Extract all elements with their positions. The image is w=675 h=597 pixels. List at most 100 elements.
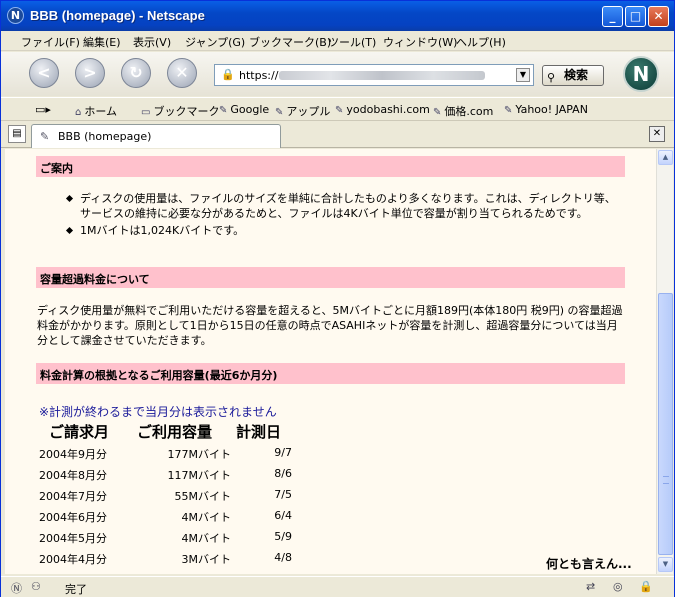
footer-caption: 何とも言えん...	[546, 557, 632, 571]
close-window-button[interactable]: ✕	[648, 6, 669, 27]
stop-icon[interactable]: ✕	[167, 58, 197, 88]
netscape-app-icon: N	[7, 7, 24, 24]
table-header-date: 計測日	[236, 423, 282, 441]
guide-bullet-list: ディスクの使用量は、ファイルのサイズを単純に合計したものより多くなります。これは…	[67, 191, 617, 240]
minimize-button[interactable]: _	[602, 6, 623, 27]
list-item: ディスクの使用量は、ファイルのサイズを単純に合計したものより多くなります。これは…	[67, 191, 617, 221]
bookmark-apple[interactable]: ✎ アップル	[275, 103, 330, 119]
bookmark-home[interactable]: ⌂ ホーム	[75, 103, 117, 119]
row-date: 5/9	[274, 530, 292, 543]
search-button-label: 検索	[564, 68, 589, 82]
row-usage: 4Mバイト	[181, 511, 232, 524]
menu-help[interactable]: ヘルプ(H)	[456, 34, 506, 50]
row-month: 2004年6月分	[39, 511, 107, 524]
privacy-icon[interactable]: ◎	[613, 580, 623, 593]
browser-window: N BBB (homepage) - Netscape _ □ ✕ ファイル(F…	[0, 0, 675, 597]
row-usage: 4Mバイト	[181, 532, 232, 545]
scrollbar-grip	[663, 476, 669, 484]
folder-icon: ▭	[141, 107, 151, 118]
url-input[interactable]: 🔒 https:// ▼	[214, 64, 534, 86]
row-date: 6/4	[274, 509, 292, 522]
measurement-note: ※計測が終わるまで当月分は表示されません	[39, 405, 277, 419]
status-text: 完了	[65, 583, 87, 596]
menu-view[interactable]: 表示(V)	[133, 34, 171, 50]
home-icon: ⌂	[75, 107, 82, 118]
menu-file[interactable]: ファイル(F)	[21, 34, 80, 50]
bookmark-yahoo[interactable]: ✎ Yahoo! JAPAN	[504, 103, 588, 116]
row-month: 2004年4月分	[39, 553, 107, 566]
row-month: 2004年5月分	[39, 532, 107, 545]
overage-paragraph: ディスク使用量が無料でご利用いただける容量を超えると、5Mバイトごとに月額189…	[37, 304, 623, 347]
menu-bookmarks[interactable]: ブックマーク(B)	[249, 34, 331, 50]
bookmark-apple-label: アップル	[286, 105, 331, 118]
bookmarks-bar: ▭▸ ⌂ ホーム ▭ ブックマーク ✎ Google ✎ アップル ✎ yodobashi…	[1, 97, 674, 121]
security-lock-icon[interactable]: 🔒	[639, 580, 653, 593]
bookmark-icon: ✎	[504, 105, 513, 116]
forward-icon[interactable]: >	[75, 58, 105, 88]
bookmark-google-label: Google	[230, 103, 270, 116]
table-header-usage: ご利用容量	[137, 423, 213, 441]
status-bar: Ⓝ ⚇ 完了 ⇄ ◎ 🔒	[1, 576, 674, 597]
bookmark-kakaku[interactable]: ✎ 価格.com	[433, 103, 493, 119]
list-item: 1Mバイトは1,024Kバイトです。	[67, 223, 617, 238]
page-content: ご案内 ディスクの使用量は、ファイルのサイズを単純に合計したものより多くなります…	[5, 149, 656, 574]
new-tab-icon[interactable]: ▤	[8, 125, 26, 143]
url-text: https://	[239, 69, 279, 82]
magnifier-icon: ⚲	[547, 71, 556, 84]
maximize-button[interactable]: □	[625, 6, 646, 27]
bookmark-folder[interactable]: ▭ ブックマーク	[141, 103, 219, 119]
menu-go[interactable]: ジャンプ(G)	[185, 34, 245, 50]
bookmark-kakaku-label: 価格.com	[444, 105, 494, 118]
tab-label: BBB (homepage)	[58, 130, 152, 143]
bookmark-icon: ✎	[335, 105, 344, 116]
window-title: BBB (homepage) - Netscape	[30, 8, 205, 23]
tab-bar: ▤ ✎ BBB (homepage) ✕	[1, 122, 674, 148]
netscape-logo-icon[interactable]: N	[623, 56, 659, 92]
bookmark-icon: ✎	[219, 105, 228, 116]
menu-tools[interactable]: ツール(T)	[328, 34, 376, 50]
row-date: 8/6	[274, 467, 292, 480]
bookmark-home-label: ホーム	[84, 105, 118, 118]
lock-icon: 🔒	[221, 68, 235, 81]
online-status-icon[interactable]: ⚇	[31, 580, 41, 593]
back-icon[interactable]: <	[29, 58, 59, 88]
row-usage: 177Mバイト	[167, 448, 232, 461]
connection-icon: ⇄	[586, 580, 596, 593]
menu-bar: ファイル(F) 編集(E) 表示(V) ジャンプ(G) ブックマーク(B) ツー…	[1, 31, 674, 51]
search-button[interactable]: ⚲ 検索	[542, 65, 604, 86]
row-date: 4/8	[274, 551, 292, 564]
row-usage: 117Mバイト	[167, 469, 232, 482]
navigation-toolbar: < > ↻ ✕ 🔒 https:// ▼ ⚲ 検索 N	[1, 52, 674, 96]
menu-edit[interactable]: 編集(E)	[83, 34, 121, 50]
netscape-status-icon[interactable]: Ⓝ	[11, 580, 22, 596]
row-date: 9/7	[274, 446, 292, 459]
bookmark-google[interactable]: ✎ Google	[219, 103, 269, 116]
bookmark-yodobashi-label: yodobashi.com	[346, 103, 430, 116]
row-month: 2004年7月分	[39, 490, 107, 503]
scrollbar-thumb[interactable]	[658, 293, 673, 555]
bookmark-yahoo-label: Yahoo! JAPAN	[515, 103, 588, 116]
tab-active[interactable]: ✎ BBB (homepage)	[31, 124, 281, 148]
vertical-scrollbar[interactable]: ▲ ▼	[656, 149, 673, 574]
menu-window[interactable]: ウィンドウ(W)	[383, 34, 457, 50]
row-month: 2004年8月分	[39, 469, 107, 482]
bookmarks-menu-icon[interactable]: ▭▸	[35, 103, 51, 116]
close-tab-icon[interactable]: ✕	[649, 126, 665, 142]
bookmark-icon: ✎	[433, 107, 442, 118]
section-header-guide: ご案内	[36, 156, 625, 177]
url-dropdown-icon[interactable]: ▼	[516, 68, 530, 82]
page-icon: ✎	[40, 130, 50, 143]
row-usage: 55Mバイト	[174, 490, 232, 503]
scroll-down-icon[interactable]: ▼	[658, 557, 673, 572]
bookmark-yodobashi[interactable]: ✎ yodobashi.com	[335, 103, 430, 116]
url-blurred-text	[279, 71, 485, 80]
reload-icon[interactable]: ↻	[121, 58, 151, 88]
section-header-usage: 料金計算の根拠となるご利用容量(最近6か月分)	[36, 363, 625, 384]
scroll-up-icon[interactable]: ▲	[658, 150, 673, 165]
bookmark-icon: ✎	[275, 107, 284, 118]
row-month: 2004年9月分	[39, 448, 107, 461]
table-header-month: ご請求月	[49, 423, 110, 441]
section-header-overage: 容量超過料金について	[36, 267, 625, 288]
title-bar[interactable]: N BBB (homepage) - Netscape _ □ ✕	[1, 1, 674, 31]
bookmark-folder-label: ブックマーク	[153, 105, 220, 118]
